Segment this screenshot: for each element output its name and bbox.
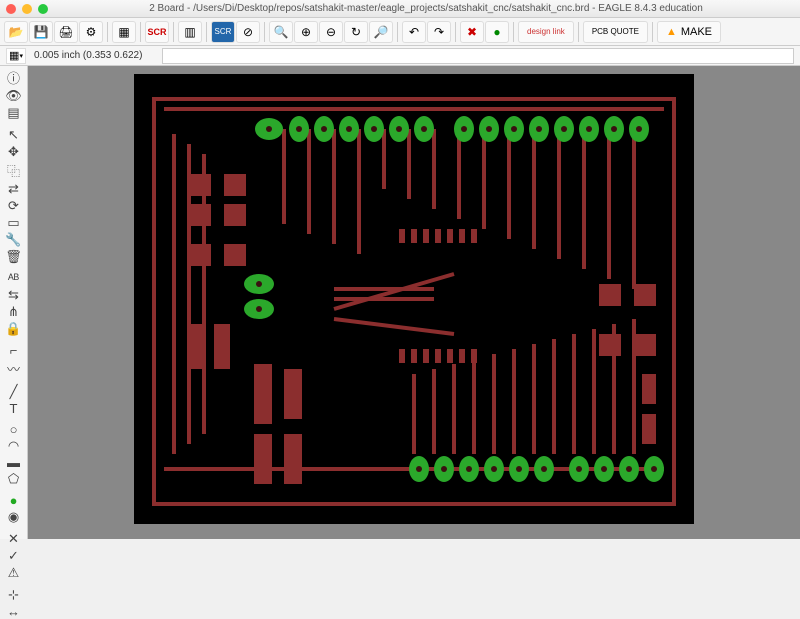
ripup-tool[interactable]: 〰 [2,359,26,378]
separator [107,22,108,42]
title-bar: 2 Board - /Users/Di/Desktop/repos/satsha… [0,0,800,18]
info-tool[interactable]: ⓘ [2,68,26,87]
board-button[interactable]: ▦ [112,21,136,43]
rotate-tool[interactable]: ⟳ [2,198,26,214]
pcb-board[interactable] [134,74,694,524]
group-tool[interactable]: ▭ [2,215,26,231]
zoom-out-button[interactable]: ⊖ [319,21,343,43]
ratsnest-tool[interactable]: ✕ [2,531,26,547]
maximize-icon[interactable] [38,4,48,14]
zoom-redraw-button[interactable]: ↻ [344,21,368,43]
command-input[interactable] [162,48,794,64]
show-tool[interactable]: 👁 [2,88,26,104]
separator [173,22,174,42]
mirror-tool[interactable]: ⇄ [2,181,26,197]
stop-button[interactable]: ⊘ [236,21,260,43]
window-title: 2 Board - /Users/Di/Desktop/repos/satsha… [58,3,794,14]
display-tool[interactable]: ▤ [2,105,26,121]
coordinates-display: 0.005 inch (0.353 0.622) [34,50,154,61]
separator [455,22,456,42]
zoom-select-button[interactable]: 🔎 [369,21,393,43]
delete-tool[interactable]: 🗑 [2,249,26,265]
separator [652,22,653,42]
separator [206,22,207,42]
lock-tool[interactable]: 🔒 [2,321,26,337]
circle-tool[interactable]: ○ [2,422,26,437]
pinswap-tool[interactable]: ⇆ [2,287,26,303]
zoom-in-button[interactable]: ⊕ [294,21,318,43]
drc-tool[interactable]: ✓ [2,548,26,564]
zoom-fit-button[interactable]: 🔍 [269,21,293,43]
cancel-button[interactable]: ✖ [460,21,484,43]
close-icon[interactable] [6,4,16,14]
text-tool[interactable]: T [2,401,26,416]
redo-button[interactable]: ↷ [427,21,451,43]
left-toolbar: ⓘ 👁 ▤ ↖ ✥ ⿻ ⇄ ⟳ ▭ 🔧 🗑 ᴬᴮ ⇆ ⋔ 🔒 ⌐ 〰 ╱ T ○… [0,66,28,539]
separator [397,22,398,42]
change-tool[interactable]: 🔧 [2,232,26,248]
hole-tool[interactable]: ◉ [2,509,26,525]
wire-tool[interactable]: ╱ [2,384,26,400]
go-button[interactable]: ● [485,21,509,43]
undo-button[interactable]: ↶ [402,21,426,43]
separator [264,22,265,42]
minimize-icon[interactable] [22,4,32,14]
main-area: ⓘ 👁 ▤ ↖ ✥ ⿻ ⇄ ⟳ ▭ 🔧 🗑 ᴬᴮ ⇆ ⋔ 🔒 ⌐ 〰 ╱ T ○… [0,66,800,539]
copy-tool[interactable]: ⿻ [2,161,26,180]
separator [513,22,514,42]
polygon-tool[interactable]: ⬠ [2,471,26,487]
make-button[interactable]: ▲MAKE [657,21,721,43]
ulp-button[interactable]: ▥ [178,21,202,43]
design-link-button[interactable]: design link [518,21,574,43]
open-button[interactable]: 📂 [4,21,28,43]
print-button[interactable]: 🖨 [54,21,78,43]
via-tool[interactable]: ● [2,493,26,508]
script-button[interactable]: SCR [145,21,169,43]
route-tool[interactable]: ⌐ [2,343,26,358]
pcb-quote-button[interactable]: PCB QUOTE [583,21,648,43]
select-tool[interactable]: ↖ [2,127,26,143]
scr2-button[interactable]: SCR [211,21,235,43]
name-tool[interactable]: ᴬᴮ [2,271,26,286]
make-label: MAKE [681,26,712,38]
save-button[interactable]: 💾 [29,21,53,43]
grid-button[interactable]: ▦▾ [6,48,26,64]
mark-tool[interactable]: ⊹ [2,587,26,603]
main-toolbar: 📂 💾 🖨 ⚙ ▦ SCR ▥ SCR ⊘ 🔍 ⊕ ⊖ ↻ 🔎 ↶ ↷ ✖ ● … [0,18,800,46]
arc-tool[interactable]: ◠ [2,438,26,454]
errors-tool[interactable]: ⚠ [2,565,26,581]
separator [140,22,141,42]
canvas-area[interactable] [28,66,800,539]
separator [578,22,579,42]
window-controls [6,4,48,14]
split-tool[interactable]: ⋔ [2,304,26,320]
rect-tool[interactable]: ▬ [2,455,26,470]
dimension-tool[interactable]: ↔ [2,604,26,619]
cam-button[interactable]: ⚙ [79,21,103,43]
coordinate-bar: ▦▾ 0.005 inch (0.353 0.622) [0,46,800,66]
move-tool[interactable]: ✥ [2,144,26,160]
